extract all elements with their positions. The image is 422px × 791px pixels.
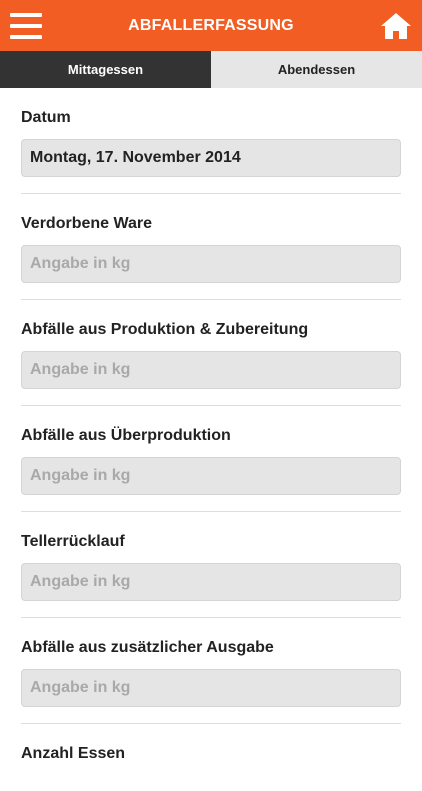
tellerruecklauf-input[interactable]: Angabe in kg	[21, 563, 401, 601]
ueberproduktion-input[interactable]: Angabe in kg	[21, 457, 401, 495]
produktion-zubereitung-input[interactable]: Angabe in kg	[21, 351, 401, 389]
home-icon[interactable]	[380, 12, 412, 40]
field-label: Abfälle aus Überproduktion	[21, 427, 231, 444]
field-label: Abfälle aus zusätzlicher Ausgabe	[21, 639, 274, 656]
field-label: Tellerrücklauf	[21, 533, 125, 550]
field-label: Anzahl Essen	[21, 745, 126, 762]
page-title: ABFALLERFASSUNG	[128, 16, 294, 34]
field-anzahl-essen: Anzahl Essen	[21, 724, 401, 791]
field-label: Datum	[21, 109, 71, 126]
meal-tabs: Mittagessen Abendessen	[0, 51, 422, 88]
tab-mittagessen[interactable]: Mittagessen	[0, 51, 211, 88]
verdorbene-ware-input[interactable]: Angabe in kg	[21, 245, 401, 283]
field-label: Verdorbene Ware	[21, 215, 153, 232]
field-verdorbene-ware: Verdorbene Ware Angabe in kg	[21, 194, 401, 300]
field-datum: Datum Montag, 17. November 2014	[21, 88, 401, 194]
waste-form: Datum Montag, 17. November 2014 Verdorbe…	[0, 88, 422, 791]
tab-abendessen[interactable]: Abendessen	[211, 51, 422, 88]
field-tellerruecklauf: Tellerrücklauf Angabe in kg	[21, 512, 401, 618]
zusaetzliche-ausgabe-input[interactable]: Angabe in kg	[21, 669, 401, 707]
hamburger-menu-icon[interactable]	[10, 12, 42, 39]
date-field[interactable]: Montag, 17. November 2014	[21, 139, 401, 177]
field-produktion-zubereitung: Abfälle aus Produktion & Zubereitung Ang…	[21, 300, 401, 406]
app-header: ABFALLERFASSUNG	[0, 0, 422, 51]
field-label: Abfälle aus Produktion & Zubereitung	[21, 321, 309, 338]
field-ueberproduktion: Abfälle aus Überproduktion Angabe in kg	[21, 406, 401, 512]
field-zusaetzliche-ausgabe: Abfälle aus zusätzlicher Ausgabe Angabe …	[21, 618, 401, 724]
